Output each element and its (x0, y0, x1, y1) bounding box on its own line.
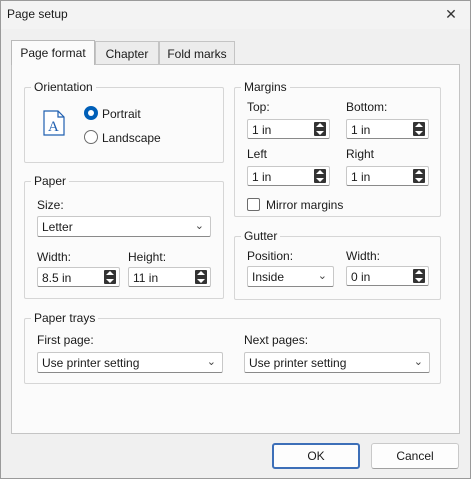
first-page-tray-value: Use printer setting (42, 356, 140, 370)
portrait-page-icon: A (43, 110, 65, 136)
landscape-label[interactable]: Landscape (102, 131, 161, 145)
mirror-margins-checkbox[interactable] (247, 198, 260, 211)
stepper-arrows-icon[interactable] (104, 270, 116, 284)
margin-bottom-stepper[interactable]: 1 in (346, 119, 429, 139)
dialog-title: Page setup (7, 7, 68, 21)
orientation-title: Orientation (31, 80, 96, 94)
margins-group: Margins Top: 1 in Bottom: 1 in Left 1 in… (234, 80, 441, 217)
stepper-arrows-icon[interactable] (314, 122, 326, 136)
tab-fold-marks[interactable]: Fold marks (159, 41, 235, 65)
paper-trays-title: Paper trays (31, 311, 99, 325)
cancel-label: Cancel (396, 449, 434, 463)
stepper-arrows-icon[interactable] (413, 269, 425, 283)
paper-size-select[interactable]: Letter ⌄ (37, 216, 211, 237)
paper-title: Paper (31, 174, 70, 188)
first-page-tray-select[interactable]: Use printer setting ⌄ (37, 352, 223, 373)
gutter-title: Gutter (241, 229, 281, 243)
gutter-position-select[interactable]: Inside ⌄ (247, 266, 334, 287)
first-page-label: First page: (37, 333, 94, 347)
paper-height-stepper[interactable]: 11 in (128, 267, 211, 287)
left-label: Left (247, 147, 268, 161)
tab-label: Fold marks (167, 46, 227, 61)
chevron-down-icon: ⌄ (194, 220, 204, 232)
top-label: Top: (247, 100, 270, 114)
tab-page-format[interactable]: Page format (11, 40, 95, 65)
paper-width-value: 8.5 in (42, 271, 72, 285)
chevron-down-icon: ⌄ (413, 356, 423, 368)
portrait-radio[interactable] (84, 106, 98, 120)
paper-group: Paper Size: Letter ⌄ Width: 8.5 in Heigh… (24, 174, 224, 299)
next-pages-tray-select[interactable]: Use printer setting ⌄ (244, 352, 430, 373)
title-bar: Page setup ✕ (1, 1, 470, 29)
paper-width-stepper[interactable]: 8.5 in (37, 267, 120, 287)
close-button[interactable]: ✕ (436, 3, 466, 25)
stepper-arrows-icon[interactable] (413, 122, 425, 136)
margins-title: Margins (241, 80, 290, 94)
orientation-group: Orientation A Portrait Landscape (24, 80, 224, 163)
margin-left-value: 1 in (252, 170, 272, 184)
stepper-arrows-icon[interactable] (413, 169, 425, 183)
gutter-width-stepper[interactable]: 0 in (346, 266, 429, 286)
ok-label: OK (307, 449, 325, 463)
width-label: Width: (37, 250, 72, 264)
margin-right-stepper[interactable]: 1 in (346, 166, 429, 186)
paper-height-value: 11 in (133, 271, 159, 285)
paper-trays-group: Paper trays First page: Use printer sett… (24, 311, 441, 384)
right-label: Right (346, 147, 375, 161)
mirror-margins-label[interactable]: Mirror margins (266, 198, 343, 212)
svg-text:A: A (48, 119, 59, 135)
tab-label: Page format (20, 46, 86, 60)
margin-top-stepper[interactable]: 1 in (247, 119, 330, 139)
size-label: Size: (37, 198, 64, 212)
margin-left-stepper[interactable]: 1 in (247, 166, 330, 186)
tab-panel-page-format: Orientation A Portrait Landscape Paper S… (11, 64, 460, 434)
margin-bottom-value: 1 in (351, 123, 371, 137)
chevron-down-icon: ⌄ (317, 270, 327, 282)
tab-chapter[interactable]: Chapter (95, 41, 159, 65)
landscape-radio[interactable] (84, 130, 98, 144)
page-setup-dialog: Page setup ✕ Page format Chapter Fold ma… (0, 0, 471, 479)
cancel-button[interactable]: Cancel (371, 443, 459, 469)
chevron-down-icon: ⌄ (206, 356, 216, 368)
next-pages-label: Next pages: (244, 333, 309, 347)
stepper-arrows-icon[interactable] (195, 270, 207, 284)
tab-label: Chapter (105, 46, 149, 61)
gutter-position-label: Position: (247, 249, 294, 263)
margin-top-value: 1 in (252, 123, 272, 137)
gutter-position-value: Inside (252, 270, 285, 284)
close-icon: ✕ (445, 5, 457, 22)
paper-size-value: Letter (42, 220, 73, 234)
margin-right-value: 1 in (351, 170, 371, 184)
stepper-arrows-icon[interactable] (314, 169, 326, 183)
gutter-group: Gutter Position: Inside ⌄ Width: 0 in (234, 229, 441, 300)
next-pages-tray-value: Use printer setting (249, 356, 347, 370)
portrait-label[interactable]: Portrait (102, 107, 141, 121)
height-label: Height: (128, 250, 167, 264)
bottom-label: Bottom: (346, 100, 388, 114)
gutter-width-label: Width: (346, 249, 381, 263)
gutter-width-value: 0 in (351, 270, 371, 284)
ok-button[interactable]: OK (272, 443, 360, 469)
